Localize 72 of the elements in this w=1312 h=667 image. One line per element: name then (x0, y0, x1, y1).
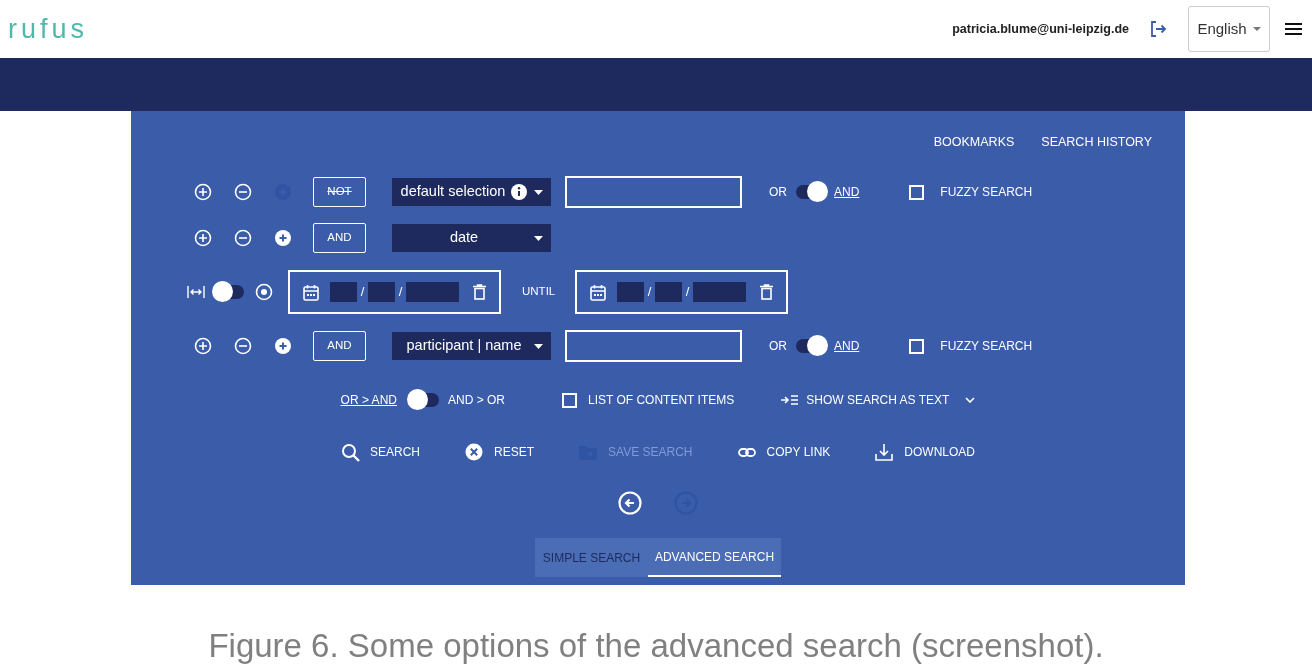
operator-button[interactable]: NOT (313, 177, 366, 207)
menu-icon[interactable] (1285, 22, 1302, 36)
close-circle-icon (465, 442, 484, 462)
show-text-button[interactable]: SHOW SEARCH AS TEXT (781, 391, 976, 409)
checkbox-label: LIST OF CONTENT ITEMS (588, 392, 735, 409)
logout-icon[interactable] (1149, 20, 1167, 38)
add-circle-icon[interactable] (194, 229, 212, 247)
year-field[interactable] (406, 282, 459, 302)
date-separator: / (359, 283, 366, 302)
user-email: patricia.blume@uni-leipzig.de (952, 20, 1129, 38)
radio-icon[interactable] (255, 283, 273, 301)
action-button[interactable]: COPY LINK (737, 442, 831, 462)
action-button: SAVE SEARCH (579, 442, 693, 462)
field-select[interactable]: participant | name (392, 332, 551, 360)
tab[interactable]: ADVANCED SEARCH (648, 538, 781, 577)
field-label: participant | name (406, 336, 522, 356)
add-row-icon[interactable] (274, 229, 292, 247)
range-width-icon (187, 285, 205, 299)
download-icon (875, 442, 895, 462)
logic-label: OR (769, 184, 787, 201)
operator-button[interactable]: AND (313, 223, 366, 253)
field-label: date (449, 228, 479, 248)
date-separator: / (684, 283, 691, 302)
caret-icon (534, 343, 543, 349)
trash-icon[interactable] (473, 284, 486, 300)
logic-label: OR > AND (340, 392, 397, 409)
logic-label: AND > OR (447, 392, 505, 409)
calendar-icon[interactable] (303, 283, 319, 301)
day-field[interactable] (330, 282, 357, 302)
year-field[interactable] (693, 282, 746, 302)
search-input-field[interactable] (565, 176, 742, 208)
chevron-down-icon (965, 397, 976, 403)
logic-label: OR (769, 338, 787, 355)
language-dropdown[interactable]: English (1188, 6, 1270, 52)
field-label: default selection (400, 182, 506, 202)
remove-circle-icon[interactable] (234, 337, 252, 355)
until-label: UNTIL (522, 284, 557, 300)
add-circle-icon[interactable] (194, 183, 212, 201)
day-field[interactable] (617, 282, 644, 302)
date-separator: / (397, 283, 404, 302)
logic-label: AND (834, 338, 860, 355)
checkbox[interactable] (562, 392, 577, 408)
panel-link[interactable]: BOOKMARKS (933, 133, 1015, 169)
checkbox[interactable] (909, 338, 925, 354)
checkbox[interactable] (909, 184, 925, 200)
panel-link[interactable]: SEARCH HISTORY (1041, 133, 1152, 169)
month-field[interactable] (655, 282, 682, 302)
trash-icon[interactable] (760, 284, 773, 300)
remove-circle-icon[interactable] (234, 229, 252, 247)
operator-button[interactable]: AND (313, 331, 366, 361)
field-select[interactable]: default selection (392, 178, 551, 206)
search-input-field[interactable] (565, 330, 742, 362)
caret-icon (534, 235, 543, 241)
search-icon (341, 442, 360, 462)
add-row-icon[interactable] (274, 337, 292, 355)
action-button[interactable]: RESET (465, 442, 535, 462)
add-circle-icon[interactable] (194, 337, 212, 355)
calendar-icon[interactable] (590, 283, 606, 301)
action-button[interactable]: SEARCH (341, 442, 420, 462)
caret-icon (1252, 26, 1261, 32)
month-field[interactable] (368, 282, 395, 302)
action-button[interactable]: DOWNLOAD (875, 442, 975, 462)
info-icon[interactable] (511, 184, 528, 200)
logic-label: AND (834, 184, 860, 201)
caret-icon (534, 189, 543, 195)
date-separator: / (646, 283, 653, 302)
checkbox-label: FUZZY SEARCH (940, 184, 1033, 201)
checkbox-label: FUZZY SEARCH (940, 338, 1033, 355)
remove-circle-icon[interactable] (234, 183, 252, 201)
indent-list-icon (781, 395, 799, 405)
figure-caption: Figure 6. Some options of the advanced search (screenshot). (207, 626, 1105, 666)
field-select[interactable]: date (392, 224, 551, 252)
